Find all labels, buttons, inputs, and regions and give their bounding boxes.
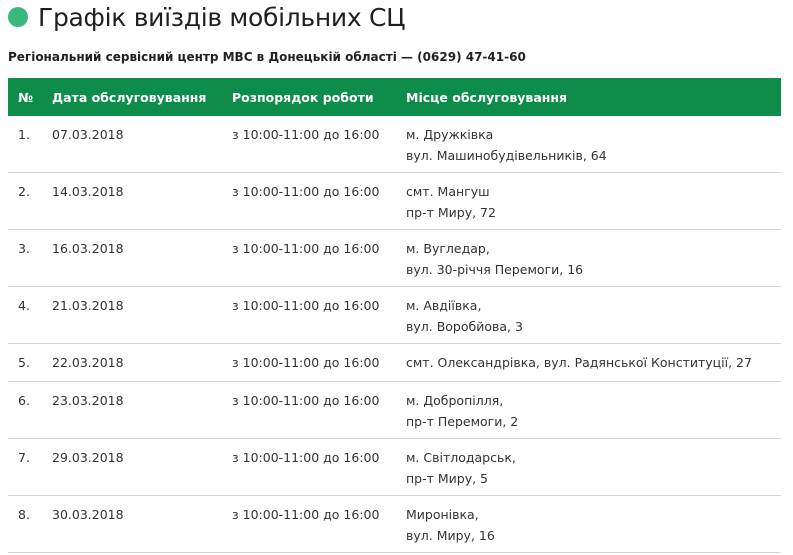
table-header-row: № Дата обслуговування Розпорядок роботи … — [8, 78, 781, 116]
row-number: 2. — [8, 172, 42, 230]
table-row: 6. 23.03.2018 з 10:00-11:00 до 16:00 м. Доб… — [8, 381, 781, 439]
service-center-contact: Регіональний сервісний центр МВС в Донец… — [8, 50, 526, 64]
table-row: 8. 30.03.2018 з 10:00-11:00 до 16:00 Мироні… — [8, 495, 781, 553]
working-hours: з 10:00-11:00 до 16:00 — [222, 495, 396, 553]
table-row: 2. 14.03.2018 з 10:00-11:00 до 16:00 смт. М… — [8, 172, 781, 230]
service-location: м. Світлодарськ, пр-т Миру, 5 — [396, 438, 781, 496]
location-line: м. Вугледар, — [406, 241, 490, 256]
page-title: Графік виїздів мобільних СЦ — [38, 2, 406, 32]
column-header-hours: Розпорядок роботи — [222, 78, 396, 116]
row-number: 1. — [8, 116, 42, 173]
service-location: Миронівка, вул. Миру, 16 — [396, 495, 781, 553]
location-line: вул. Воробйова, 3 — [406, 319, 523, 334]
service-location: смт. Олександрівка, вул. Радянської Конс… — [396, 343, 781, 382]
location-line: пр-т Перемоги, 2 — [406, 414, 519, 429]
location-line: м. Дружківка — [406, 127, 494, 142]
working-hours: з 10:00-11:00 до 16:00 — [222, 172, 396, 230]
row-number: 6. — [8, 381, 42, 439]
location-line: м. Добропілля, — [406, 393, 504, 408]
column-header-date: Дата обслуговування — [42, 78, 222, 116]
working-hours: з 10:00-11:00 до 16:00 — [222, 116, 396, 173]
row-number: 7. — [8, 438, 42, 496]
location-line: Миронівка, — [406, 507, 479, 522]
table-row: 5. 22.03.2018 з 10:00-11:00 до 16:00 смт. О… — [8, 343, 781, 382]
schedule-table-body: 1. 07.03.2018 з 10:00-11:00 до 16:00 м. Дру… — [8, 116, 781, 553]
service-location: м. Авдіївка, вул. Воробйова, 3 — [396, 286, 781, 344]
column-header-place: Місце обслуговування — [396, 78, 781, 116]
location-line: смт. Олександрівка, вул. Радянської Конс… — [406, 355, 752, 370]
service-date: 16.03.2018 — [42, 229, 222, 287]
service-location: м. Вугледар, вул. 30-річчя Перемоги, 16 — [396, 229, 781, 287]
table-row: 4. 21.03.2018 з 10:00-11:00 до 16:00 м. Авд… — [8, 286, 781, 344]
location-line: м. Авдіївка, — [406, 298, 482, 313]
page-header: Графік виїздів мобільних СЦ — [8, 0, 406, 34]
service-date: 23.03.2018 — [42, 381, 222, 439]
schedule-table: № Дата обслуговування Розпорядок роботи … — [8, 78, 781, 553]
bullet-dot-icon — [8, 7, 28, 27]
column-header-number: № — [8, 78, 42, 116]
table-row: 1. 07.03.2018 з 10:00-11:00 до 16:00 м. Дру… — [8, 116, 781, 173]
service-location: м. Дружківка вул. Машинобудівельників, 64 — [396, 116, 781, 173]
row-number: 8. — [8, 495, 42, 553]
row-number: 4. — [8, 286, 42, 344]
working-hours: з 10:00-11:00 до 16:00 — [222, 286, 396, 344]
working-hours: з 10:00-11:00 до 16:00 — [222, 229, 396, 287]
location-line: вул. Машинобудівельників, 64 — [406, 148, 607, 163]
location-line: пр-т Миру, 72 — [406, 205, 496, 220]
service-location: смт. Мангуш пр-т Миру, 72 — [396, 172, 781, 230]
row-number: 5. — [8, 343, 42, 382]
location-line: пр-т Миру, 5 — [406, 471, 489, 486]
location-line: вул. Миру, 16 — [406, 528, 495, 543]
service-date: 14.03.2018 — [42, 172, 222, 230]
service-location: м. Добропілля, пр-т Перемоги, 2 — [396, 381, 781, 439]
location-line: вул. 30-річчя Перемоги, 16 — [406, 262, 584, 277]
working-hours: з 10:00-11:00 до 16:00 — [222, 381, 396, 439]
table-row: 7. 29.03.2018 з 10:00-11:00 до 16:00 м. Сві… — [8, 438, 781, 496]
service-date: 30.03.2018 — [42, 495, 222, 553]
service-date: 21.03.2018 — [42, 286, 222, 344]
row-number: 3. — [8, 229, 42, 287]
working-hours: з 10:00-11:00 до 16:00 — [222, 438, 396, 496]
working-hours: з 10:00-11:00 до 16:00 — [222, 343, 396, 382]
service-date: 07.03.2018 — [42, 116, 222, 173]
location-line: м. Світлодарськ, — [406, 450, 516, 465]
location-line: смт. Мангуш — [406, 184, 490, 199]
service-date: 22.03.2018 — [42, 343, 222, 382]
service-date: 29.03.2018 — [42, 438, 222, 496]
table-row: 3. 16.03.2018 з 10:00-11:00 до 16:00 м. Вуг… — [8, 229, 781, 287]
